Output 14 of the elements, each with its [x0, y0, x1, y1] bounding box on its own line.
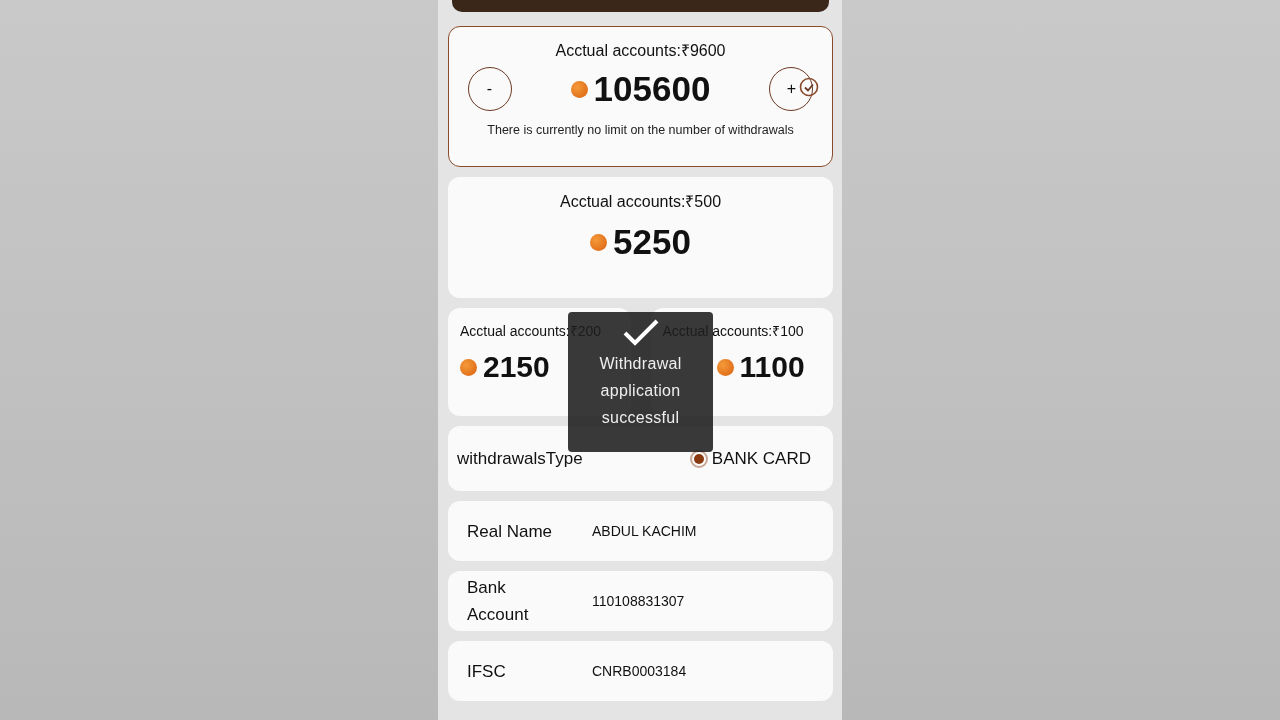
amount-value: 5250 — [613, 222, 691, 262]
amount-value: 105600 — [593, 69, 711, 109]
field-label: IFSC — [467, 660, 507, 683]
account-label: Acctual accounts:₹500 — [559, 192, 722, 212]
amount-value: 2150 — [483, 350, 550, 384]
field-value: CNRB0003184 — [592, 663, 687, 679]
amount-value: 1100 — [739, 350, 805, 384]
field-value: 110108831307 — [592, 593, 685, 609]
account-label: Acctual accounts:₹9600 — [555, 41, 726, 61]
limit-note: There is currently no limit on the number of withdrawals — [487, 123, 794, 137]
field-value: ABDUL KACHIM — [592, 523, 697, 539]
field-label: Real Name — [467, 520, 554, 543]
withdrawal-type-label: withdrawalsType — [457, 448, 583, 469]
field-label: Bank Account — [467, 577, 530, 626]
